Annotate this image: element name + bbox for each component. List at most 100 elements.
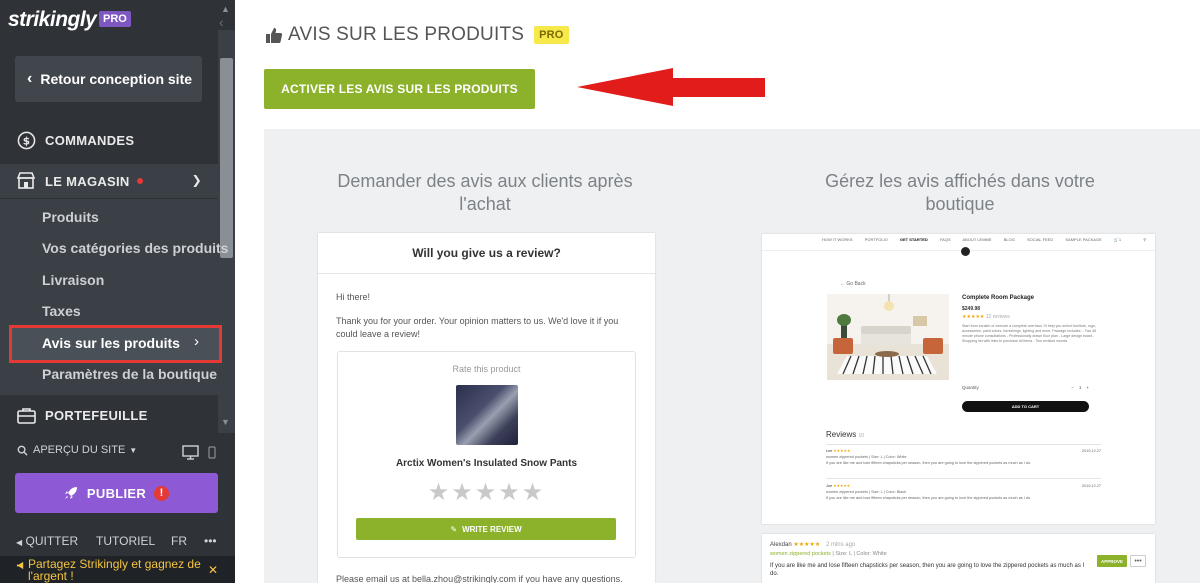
- chevron-down-icon[interactable]: ❯: [192, 173, 202, 187]
- write-review-button[interactable]: ✎ WRITE REVIEW: [356, 518, 616, 540]
- site-preview-label: APERÇU DU SITE: [33, 444, 126, 456]
- pro-badge: PRO: [534, 26, 569, 44]
- chevron-right-icon: ›: [194, 333, 199, 350]
- right-column-heading: Gérez les avis affichés dans votre bouti…: [825, 171, 1095, 214]
- sidebar-item-taxes[interactable]: Taxes: [42, 303, 81, 319]
- megaphone-icon: [16, 561, 24, 570]
- approve-button: APPROVE: [1097, 555, 1127, 567]
- preview-quantity-stepper: − 1 +: [1071, 385, 1089, 390]
- preview-nav-item: FAQS: [939, 237, 951, 242]
- review-stars: ★★★★★: [833, 449, 851, 453]
- more-options-button[interactable]: •••: [204, 534, 217, 548]
- preview-back-link: ← Go Back: [840, 281, 866, 287]
- review-author: Joe: [826, 484, 833, 488]
- publish-label: PUBLIER: [86, 485, 147, 501]
- review-variant: | Size: L | Color: White: [832, 551, 887, 557]
- admin-review-text: If you are like me and lose fifteen chap…: [770, 563, 1085, 577]
- monitor-icon[interactable]: [182, 445, 199, 460]
- app-root: strikingly PRO ‹ ▲ ▼ ‹ Retour conception…: [0, 0, 1200, 583]
- site-preview-toggle[interactable]: APERÇU DU SITE ▼: [17, 444, 137, 456]
- sidebar-item-parametres[interactable]: Paramètres de la boutique: [42, 366, 217, 382]
- admin-review-meta: women zippered pockets | Size: L | Color…: [770, 551, 887, 557]
- preview-nav-item: SOCIAL FEED: [1026, 237, 1054, 242]
- preview-price: $249.98: [962, 306, 981, 312]
- scrollbar-thumb[interactable]: [220, 58, 233, 258]
- promo-banner[interactable]: Partagez Strikingly et gagnez de l'argen…: [0, 556, 235, 583]
- briefcase-icon: [16, 405, 36, 425]
- dollar-icon: $: [16, 130, 36, 150]
- back-to-design-button[interactable]: ‹ Retour conception site: [15, 56, 202, 102]
- close-icon[interactable]: ✕: [208, 564, 218, 576]
- review-text: If you are like me and lose fifteen chap…: [826, 461, 1032, 465]
- review-time: 2 mins ago: [825, 542, 856, 548]
- publish-button[interactable]: PUBLIER !: [15, 473, 218, 513]
- email-header: Will you give us a review?: [318, 233, 655, 274]
- star-rating-input[interactable]: ★★★★★: [338, 478, 635, 507]
- preview-reviews-label: Reviews: [826, 430, 857, 439]
- preview-divider: [826, 478, 1101, 479]
- pencil-icon: ✎: [450, 524, 458, 534]
- preview-nav-item: SAMPLE PACKAGE: [1065, 237, 1102, 242]
- preview-product-title: Complete Room Package: [962, 295, 1035, 301]
- sidebar-item-magasin[interactable]: LE MAGASIN ❯: [0, 164, 218, 198]
- quit-label: QUITTER: [25, 534, 79, 548]
- cart-icon: 🛒1: [1113, 237, 1122, 242]
- review-author: Lee: [826, 449, 833, 453]
- sidebar-item-avis[interactable]: Avis sur les produits: [42, 335, 180, 351]
- preview-nav-item: ABOUT LEMME: [962, 237, 992, 242]
- quit-link[interactable]: ◀ QUITTER: [16, 534, 78, 548]
- collapse-sidebar-icon[interactable]: ‹: [219, 14, 224, 30]
- preview-nav: HOW IT WORKS PORTFOLIO GET STARTED FAQS …: [822, 237, 1155, 242]
- product-image: [456, 385, 518, 445]
- preview-quantity-label: Quantity: [962, 385, 979, 390]
- promo-text: Partagez Strikingly et gagnez de l'argen…: [28, 557, 201, 583]
- search-icon: ⚲: [1143, 237, 1147, 242]
- sidebar-item-livraison[interactable]: Livraison: [42, 272, 104, 288]
- preview-nav-item: BLOG: [1003, 237, 1015, 242]
- pro-badge: PRO: [99, 11, 131, 27]
- email-greeting: Hi there!: [336, 292, 371, 302]
- preview-quantity: Quantity − 1 +: [962, 385, 1089, 390]
- preview-rating-stars: ★★★★★: [962, 314, 985, 320]
- chevron-left-icon: ◀: [16, 538, 23, 547]
- sidebar-item-commandes[interactable]: $ COMMANDES: [0, 123, 218, 157]
- review-author: Alexdan: [770, 542, 792, 548]
- phone-icon[interactable]: [208, 446, 216, 459]
- sidebar-item-produits[interactable]: Produits: [42, 209, 99, 225]
- activate-reviews-button[interactable]: ACTIVER LES AVIS SUR LES PRODUITS: [264, 69, 535, 109]
- review-date: 2019.12.27: [1081, 484, 1101, 488]
- sidebar-item-portefeuille[interactable]: PORTEFEUILLE: [0, 398, 218, 432]
- rocket-icon: [64, 487, 77, 499]
- language-selector[interactable]: FR: [171, 534, 187, 548]
- preview-logo: [961, 247, 970, 256]
- notification-dot: [136, 178, 143, 184]
- arrow-annotation: [577, 68, 765, 106]
- review-more-button: •••: [1130, 555, 1146, 567]
- page-title-text: AVIS SUR LES PRODUITS: [288, 24, 525, 45]
- sidebar: strikingly PRO ‹ ▲ ▼ ‹ Retour conception…: [0, 0, 235, 583]
- thumbs-up-icon: [266, 27, 283, 43]
- caret-down-icon: ▼: [129, 445, 138, 455]
- room-product-image: [827, 294, 949, 380]
- tutorial-link[interactable]: TUTORIEL: [96, 534, 155, 548]
- write-review-label: WRITE REVIEW: [462, 524, 522, 534]
- review-stars: ★★★★★: [793, 542, 821, 548]
- review-product: women zippered pockets: [770, 551, 831, 557]
- preview-nav-item: HOW IT WORKS: [822, 237, 853, 242]
- email-preview-card: Will you give us a review? Hi there! Tha…: [318, 233, 655, 583]
- left-column-heading: Demander des avis aux clients après l'ac…: [337, 171, 633, 214]
- scroll-down-icon[interactable]: ▼: [221, 417, 230, 427]
- scroll-up-icon[interactable]: ▲: [221, 4, 230, 14]
- preview-review-item: Joe ★★★★★ 2019.12.27 women zippered pock…: [826, 483, 1101, 501]
- search-icon: [17, 445, 28, 456]
- page-title: AVIS SUR LES PRODUITS PRO: [265, 24, 569, 46]
- preview-divider: [762, 250, 1155, 251]
- strikingly-logo[interactable]: strikingly: [8, 8, 97, 32]
- preview-review-item: Lee ★★★★★ 2019.12.27 women zippered pock…: [826, 448, 1101, 466]
- preview-rating: ★★★★★ 12 reviews: [962, 314, 1010, 320]
- rate-product-box: Rate this product Arctix Women's Insulat…: [337, 351, 636, 558]
- preview-description: Start from scratch or execute a complete…: [962, 324, 1097, 343]
- store-preview: HOW IT WORKS PORTFOLIO GET STARTED FAQS …: [762, 234, 1155, 524]
- preview-nav-item: GET STARTED: [899, 237, 928, 242]
- sidebar-item-categories[interactable]: Vos catégories des produits: [42, 240, 228, 256]
